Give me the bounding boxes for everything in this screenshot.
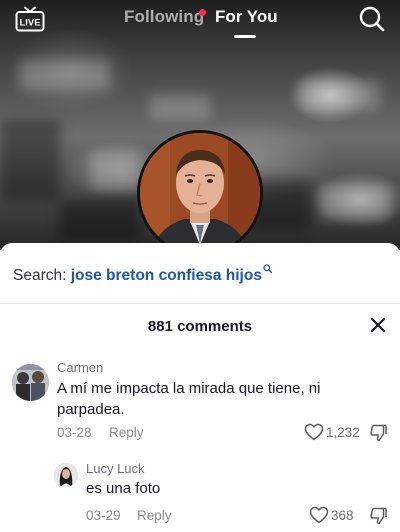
notification-dot bbox=[199, 9, 206, 16]
comments-count: 881 comments bbox=[147, 318, 253, 335]
divider bbox=[0, 303, 400, 304]
creator-photo bbox=[140, 133, 260, 253]
comment-username[interactable]: Carmen bbox=[57, 360, 103, 375]
creator-avatar[interactable] bbox=[137, 130, 263, 256]
feed-tabs: Following For You bbox=[0, 6, 400, 40]
active-tab-indicator bbox=[234, 35, 256, 38]
comment-text: es una foto bbox=[86, 480, 161, 497]
dislike-icon[interactable] bbox=[368, 506, 388, 526]
tab-for-you[interactable]: For You bbox=[215, 7, 278, 27]
reply-button[interactable]: Reply bbox=[109, 425, 144, 440]
close-icon[interactable] bbox=[369, 316, 387, 334]
search-icon[interactable] bbox=[358, 5, 386, 33]
search-suggestion[interactable]: Search: jose breton confiesa hijos bbox=[13, 264, 272, 286]
reply-button[interactable]: Reply bbox=[137, 508, 172, 523]
dislike-icon[interactable] bbox=[368, 423, 388, 443]
heart-icon[interactable] bbox=[309, 506, 329, 524]
comment-username[interactable]: Lucy Luck bbox=[86, 461, 145, 476]
comments-sheet: Search: jose breton confiesa hijos 881 c… bbox=[0, 243, 400, 532]
search-prefix: Search: bbox=[13, 267, 67, 284]
search-small-icon bbox=[263, 264, 272, 273]
comment-date: 03-28 bbox=[57, 425, 92, 440]
like-count: 1,232 bbox=[326, 425, 360, 440]
tab-following[interactable]: Following bbox=[124, 7, 204, 27]
comment-text: A mí me impacta la mirada que tiene, ni … bbox=[57, 380, 321, 418]
avatar[interactable] bbox=[54, 463, 78, 487]
avatar[interactable] bbox=[12, 364, 49, 401]
search-query-link[interactable]: jose breton confiesa hijos bbox=[71, 267, 262, 284]
like-count: 368 bbox=[331, 508, 354, 523]
heart-icon[interactable] bbox=[304, 423, 324, 441]
comment-date: 03-29 bbox=[86, 508, 121, 523]
